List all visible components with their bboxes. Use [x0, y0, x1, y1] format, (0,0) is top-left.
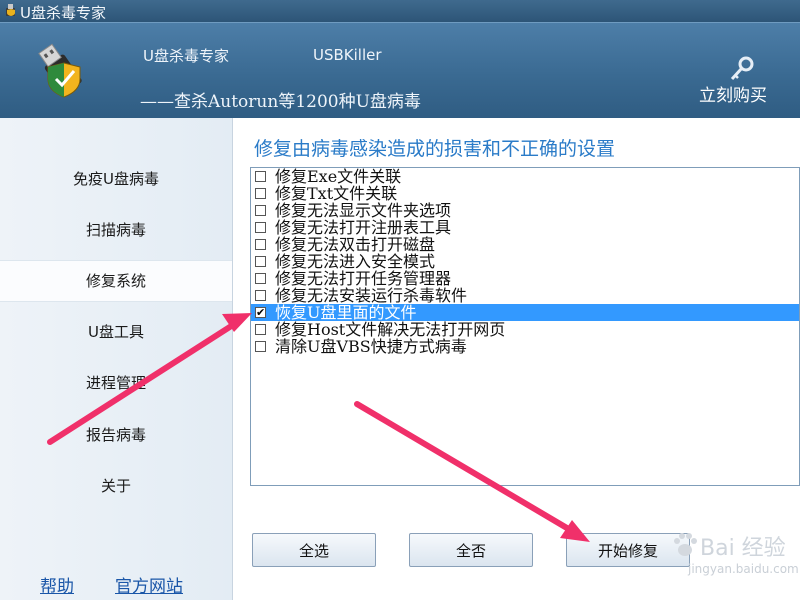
checkbox[interactable]: [255, 256, 266, 267]
sidebar-item-repair-system[interactable]: 修复系统: [0, 260, 232, 302]
list-item[interactable]: 修复无法打开注册表工具: [251, 219, 799, 236]
sidebar-item-report-virus[interactable]: 报告病毒: [0, 415, 232, 455]
select-all-button[interactable]: 全选: [252, 533, 376, 567]
app-header: U盘杀毒专家 USBKiller ——查杀Autorun等1200种U盘病毒 立…: [0, 22, 800, 119]
product-slogan: ——查杀Autorun等1200种U盘病毒: [140, 92, 421, 112]
list-item[interactable]: 修复无法双击打开磁盘: [251, 236, 799, 253]
list-item[interactable]: 修复无法安装运行杀毒软件: [251, 287, 799, 304]
checkbox[interactable]: [255, 222, 266, 233]
list-item-label: 清除U盘VBS快捷方式病毒: [275, 337, 467, 356]
title-bar: U盘杀毒专家: [0, 0, 800, 22]
watermark: Bai 经验 jingyan.baidu.com: [668, 528, 799, 578]
app-icon: [6, 4, 15, 16]
list-item[interactable]: 修复无法打开任务管理器: [251, 270, 799, 287]
sidebar-item-usb-tools[interactable]: U盘工具: [0, 312, 232, 352]
sidebar-item-about[interactable]: 关于: [0, 466, 232, 506]
checkbox[interactable]: [255, 239, 266, 250]
checkbox[interactable]: [255, 205, 266, 216]
checkbox[interactable]: [255, 171, 266, 182]
checkbox[interactable]: [255, 273, 266, 284]
list-item[interactable]: 修复Txt文件关联: [251, 185, 799, 202]
paw-icon: [674, 533, 697, 556]
list-item[interactable]: 修复Exe文件关联: [251, 168, 799, 185]
repair-options-list[interactable]: 修复Exe文件关联 修复Txt文件关联 修复无法显示文件夹选项 修复无法打开注册…: [250, 167, 800, 486]
list-item[interactable]: 清除U盘VBS快捷方式病毒: [251, 338, 799, 355]
select-none-button[interactable]: 全否: [409, 533, 533, 567]
list-item[interactable]: 修复Host文件解决无法打开网页: [251, 321, 799, 338]
usb-shield-logo-icon: [38, 43, 82, 98]
buy-now-link[interactable]: 立刻购买: [699, 81, 767, 106]
help-link[interactable]: 帮助: [40, 572, 74, 597]
list-item[interactable]: ✔ 恢复U盘里面的文件: [251, 304, 799, 321]
checkbox[interactable]: [255, 290, 266, 301]
checkbox[interactable]: ✔: [255, 307, 266, 318]
watermark-url: jingyan.baidu.com: [688, 562, 799, 576]
checkbox[interactable]: [255, 324, 266, 335]
official-website-link[interactable]: 官方网站: [115, 572, 183, 597]
sidebar-item-scan-virus[interactable]: 扫描病毒: [0, 210, 232, 250]
sidebar-item-process-manager[interactable]: 进程管理: [0, 363, 232, 403]
key-icon[interactable]: [727, 56, 755, 82]
window-title: U盘杀毒专家: [20, 4, 106, 22]
product-name: U盘杀毒专家: [143, 47, 229, 65]
watermark-text: Bai 经验: [700, 536, 786, 561]
section-heading: 修复由病毒感染造成的损害和不正确的设置: [254, 138, 616, 160]
sidebar-nav: 免疫U盘病毒 扫描病毒 修复系统 U盘工具 进程管理 报告病毒 关于: [0, 118, 233, 600]
list-item[interactable]: 修复无法进入安全模式: [251, 253, 799, 270]
product-english-name: USBKiller: [313, 46, 382, 64]
list-item[interactable]: 修复无法显示文件夹选项: [251, 202, 799, 219]
checkbox[interactable]: [255, 188, 266, 199]
checkbox[interactable]: [255, 341, 266, 352]
sidebar-item-immunize-usb[interactable]: 免疫U盘病毒: [0, 159, 232, 199]
